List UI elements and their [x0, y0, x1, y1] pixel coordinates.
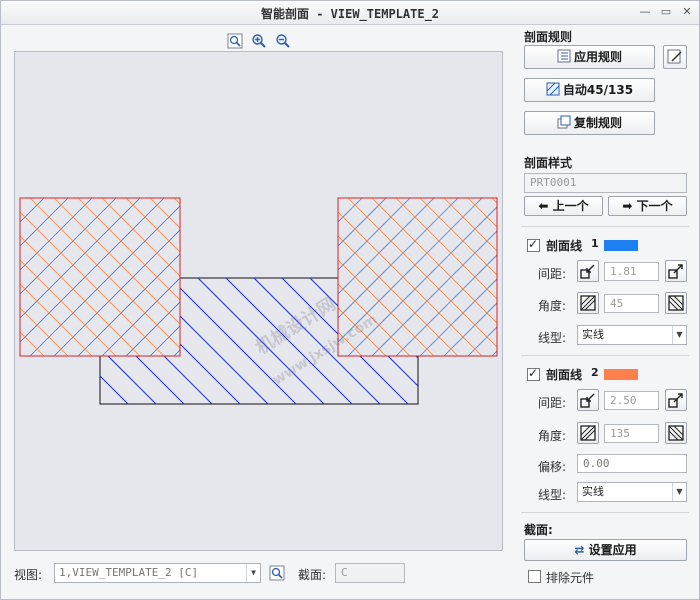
style-heading: 剖面样式 — [524, 156, 573, 170]
shrink-icon — [580, 393, 595, 408]
section-heading: 截面: — [524, 523, 553, 537]
hatch-line — [20, 198, 21, 199]
hatch1-angle-field[interactable]: 45 — [604, 294, 659, 313]
hatch1-spacing-increase-button[interactable] — [665, 260, 687, 282]
view-select[interactable]: 1,VIEW_TEMPLATE_2 [C] ▼ — [54, 563, 261, 583]
hatch2-index: 2 — [591, 366, 599, 379]
set-apply-label: 设置应用 — [588, 543, 637, 557]
view-label: 视图: — [14, 568, 43, 582]
hatch-45-icon — [580, 295, 596, 311]
divider — [521, 226, 689, 227]
next-button[interactable]: ➡ 下一个 — [608, 196, 687, 216]
zoom-fit-icon[interactable] — [227, 33, 243, 49]
hatch1-angle-label: 角度: — [538, 299, 567, 313]
expand-icon — [668, 393, 683, 408]
exclude-components-checkbox[interactable] — [528, 570, 541, 583]
hatch2-color-swatch[interactable] — [604, 369, 638, 380]
divider — [521, 512, 689, 513]
edit-rules-button[interactable] — [663, 45, 687, 69]
hatch1-angle-45-button[interactable] — [577, 292, 599, 314]
set-apply-button[interactable]: ⇄ 设置应用 — [524, 539, 687, 561]
copy-rules-label: 复制规则 — [573, 116, 622, 130]
window-title: 智能剖面 - VIEW_TEMPLATE_2 — [260, 7, 440, 21]
hatch-135-icon — [668, 425, 684, 441]
hatch1-spacing-label: 间距: — [538, 267, 567, 281]
chevron-down-icon: ▼ — [672, 483, 686, 501]
auto-45-135-label: 自动45/135 — [562, 83, 634, 97]
section-drawing — [19, 197, 498, 405]
refresh-icon: ⇄ — [574, 543, 589, 557]
rules-list-icon — [557, 48, 571, 63]
divider — [521, 355, 689, 356]
previous-label: 上一个 — [552, 199, 589, 213]
hatch2-angle-45-button[interactable] — [577, 422, 599, 444]
zoom-out-icon[interactable] — [275, 33, 291, 49]
hatch2-spacing-decrease-button[interactable] — [577, 389, 599, 411]
next-label: 下一个 — [636, 199, 673, 213]
hatch2-offset-field[interactable]: 0.00 — [577, 454, 687, 473]
hatch1-linetype-select[interactable]: 实线 ▼ — [577, 325, 687, 345]
hatch2-angle-field[interactable]: 135 — [604, 424, 659, 443]
hatch2-spacing-field[interactable]: 2.50 — [604, 391, 659, 410]
apply-rules-button[interactable]: 应用规则 — [524, 45, 655, 69]
shrink-icon — [580, 264, 595, 279]
section-name-field: C — [335, 563, 405, 583]
hatch-135-icon — [668, 295, 684, 311]
hatch-45-icon — [580, 425, 596, 441]
hatch2-linetype-value: 实线 — [582, 485, 604, 498]
hatch1-color-swatch[interactable] — [604, 240, 638, 251]
expand-icon — [668, 264, 683, 279]
exclude-components-label: 排除元件 — [546, 571, 595, 585]
smart-section-dialog: 智能剖面 - VIEW_TEMPLATE_2 — ▭ ✕ 机械设计网 www.j… — [0, 0, 700, 600]
hatch1-spacing-decrease-button[interactable] — [577, 260, 599, 282]
hatch2-linetype-label: 线型: — [538, 488, 567, 502]
view-zoom-icon[interactable] — [269, 565, 285, 581]
hatch2-offset-label: 偏移: — [538, 460, 567, 474]
auto-45-135-button[interactable]: 自动45/135 — [524, 78, 655, 102]
edit-icon — [667, 49, 682, 64]
auto-hatch-icon — [546, 81, 560, 96]
hatch2-spacing-increase-button[interactable] — [665, 389, 687, 411]
hatch1-linetype-label: 线型: — [538, 331, 567, 345]
previous-button[interactable]: ⬅ 上一个 — [524, 196, 603, 216]
chevron-down-icon: ▼ — [672, 326, 686, 344]
section-preview-canvas[interactable]: 机械设计网 www.jxsjw.com — [14, 51, 503, 551]
hatch-line — [20, 355, 21, 356]
hatch2-linetype-select[interactable]: 实线 ▼ — [577, 482, 687, 502]
hatch1-checkbox[interactable] — [527, 237, 540, 252]
zoom-in-icon[interactable] — [251, 33, 267, 49]
arrow-left-icon: ⬅ — [538, 199, 553, 213]
maximize-icon[interactable]: ▭ — [658, 4, 674, 20]
hatch1-angle-135-button[interactable] — [665, 292, 687, 314]
title-bar: 智能剖面 - VIEW_TEMPLATE_2 — ▭ ✕ — [1, 1, 699, 25]
hatch1-linetype-value: 实线 — [582, 328, 604, 341]
hatch2-angle-135-button[interactable] — [665, 422, 687, 444]
section-label: 截面: — [298, 568, 327, 582]
copy-rules-button[interactable]: 复制规则 — [524, 111, 655, 135]
chevron-down-icon: ▼ — [246, 564, 260, 582]
hatch1-index: 1 — [591, 237, 599, 250]
copy-icon — [557, 114, 571, 129]
hatch2-label: 剖面线 — [546, 368, 583, 382]
part-name-field: PRT0001 — [524, 173, 687, 193]
hatch2-spacing-label: 间距: — [538, 396, 567, 410]
minimize-icon[interactable]: — — [637, 4, 653, 20]
hatch1-spacing-field[interactable]: 1.81 — [604, 262, 659, 281]
arrow-right-icon: ➡ — [622, 199, 637, 213]
hatch1-label: 剖面线 — [546, 239, 583, 253]
close-icon[interactable]: ✕ — [679, 4, 695, 20]
hatch2-checkbox[interactable] — [527, 366, 540, 381]
hatch2-angle-label: 角度: — [538, 429, 567, 443]
view-select-value: 1,VIEW_TEMPLATE_2 [C] — [59, 566, 199, 579]
apply-rules-label: 应用规则 — [573, 50, 622, 64]
rules-heading: 剖面规则 — [524, 30, 573, 44]
